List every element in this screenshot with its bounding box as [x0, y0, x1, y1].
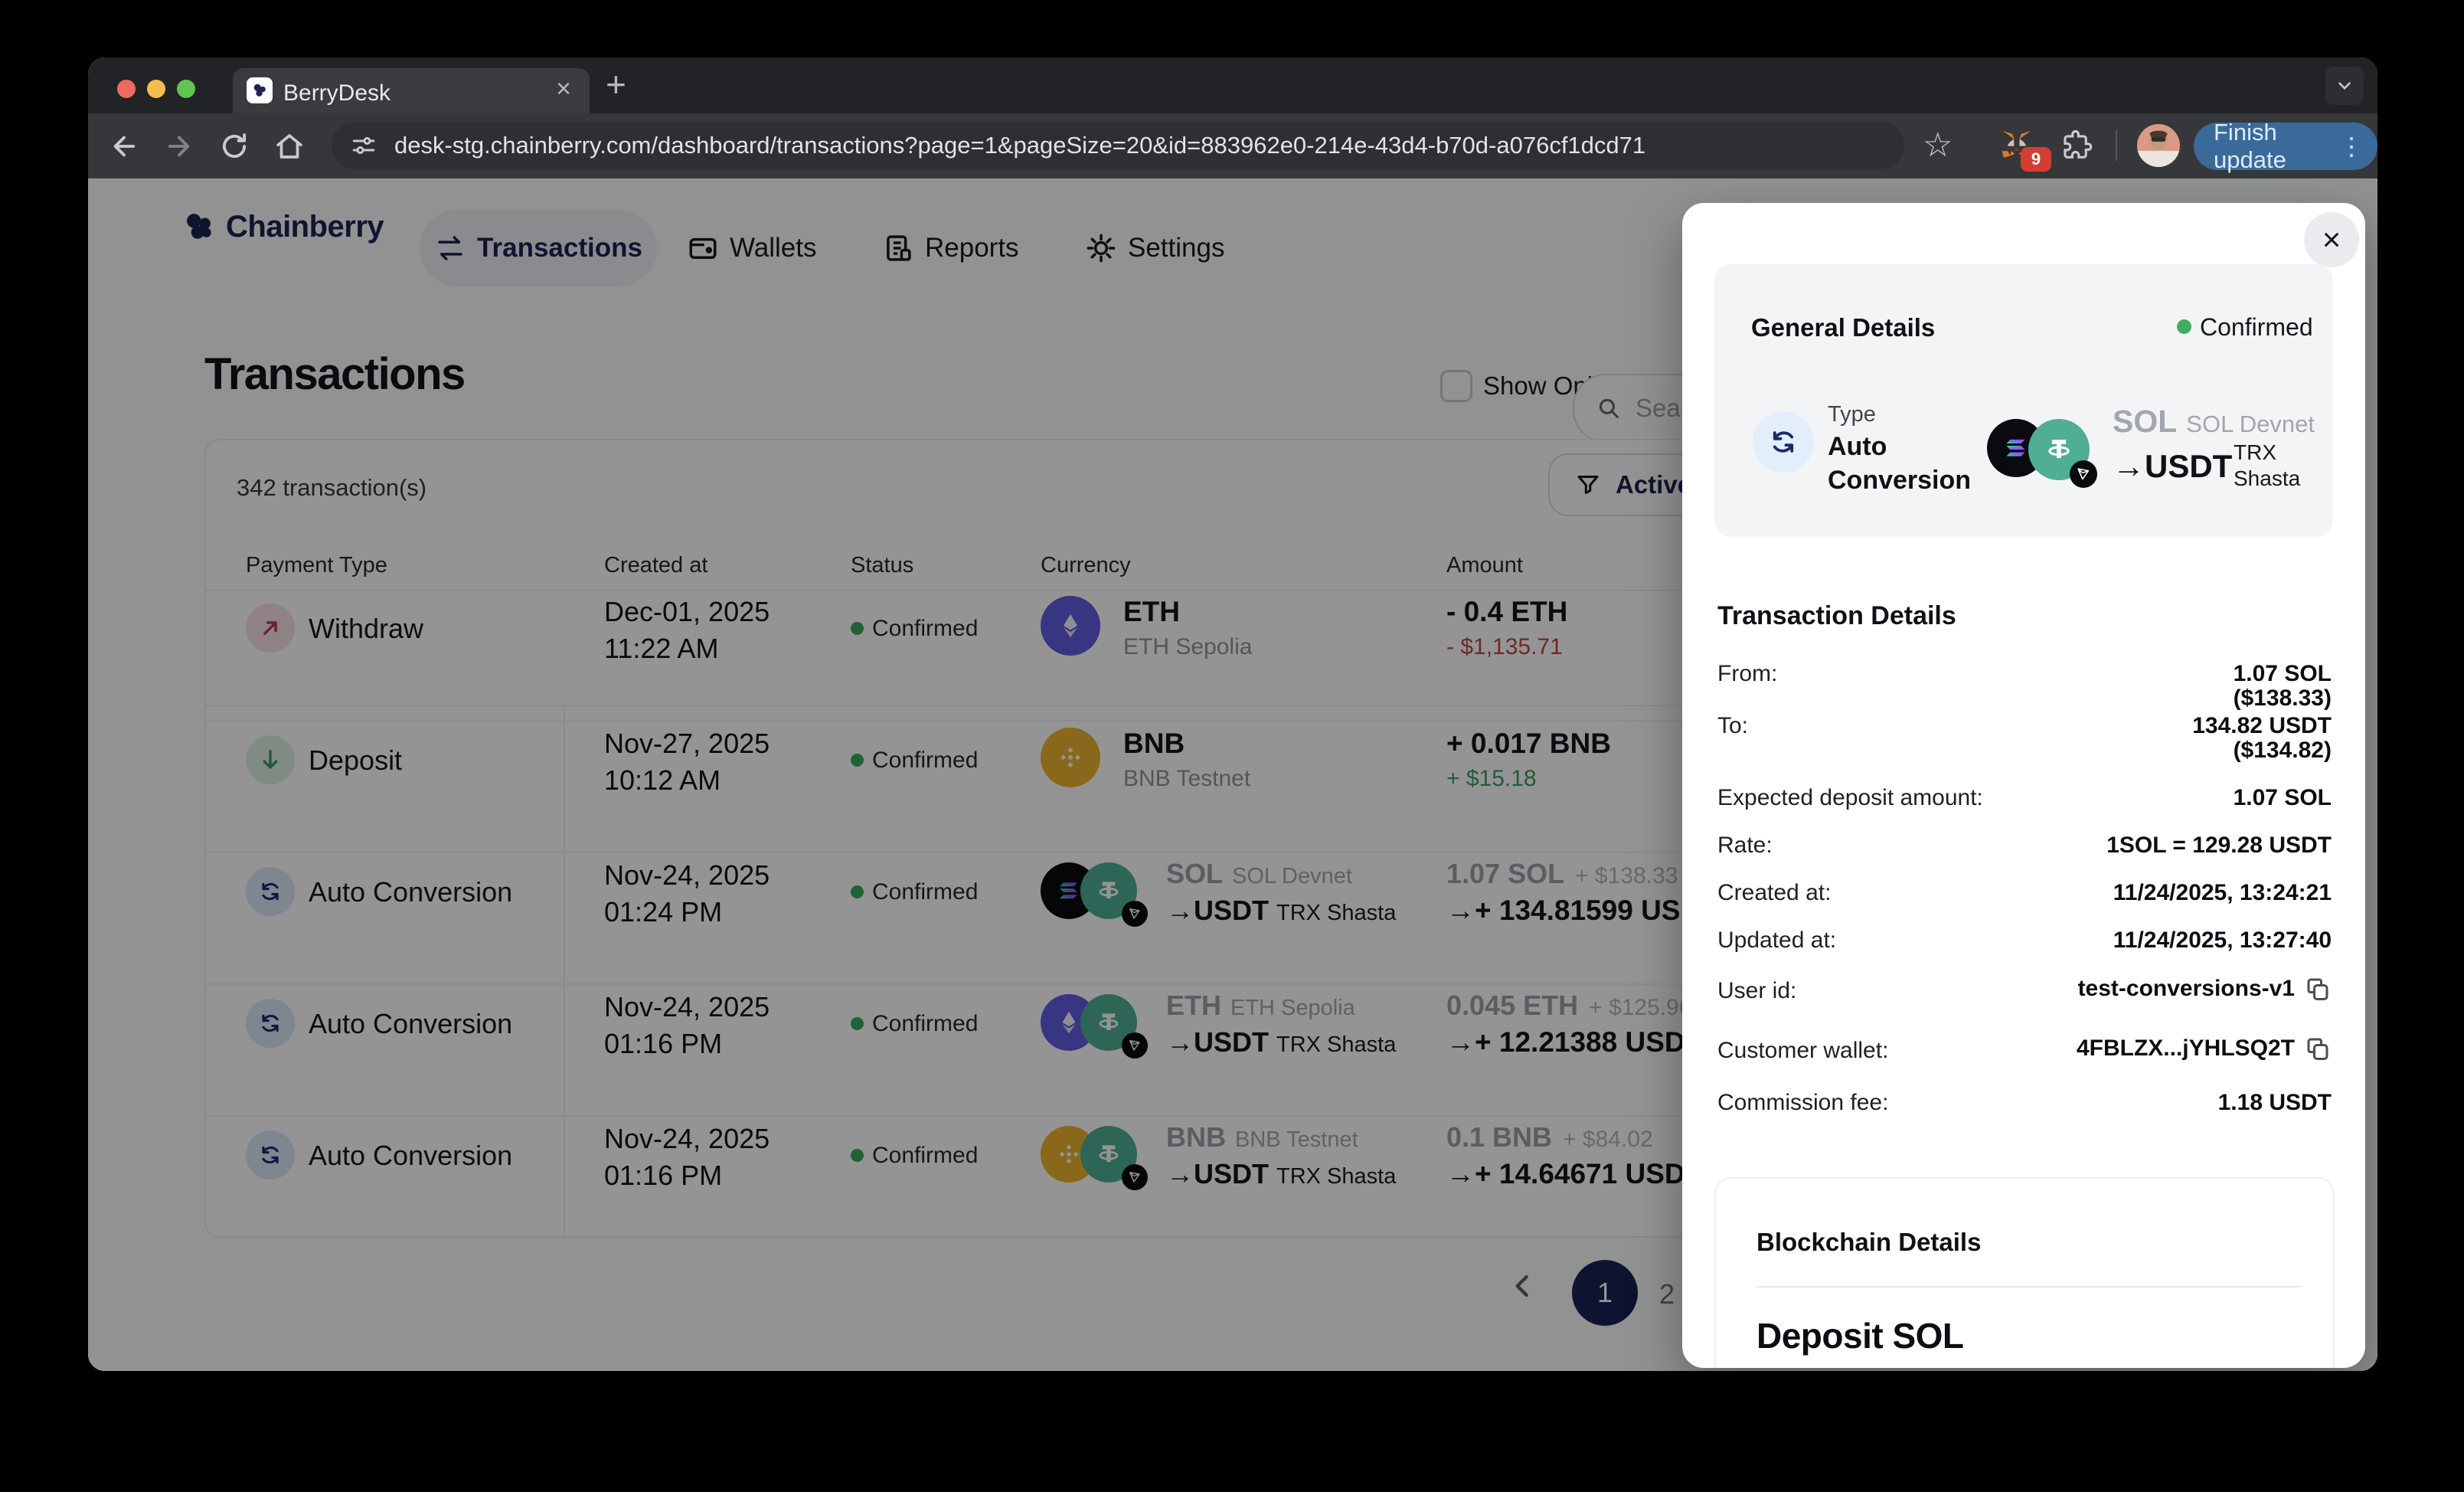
close-icon[interactable]: × [2304, 212, 2359, 267]
divider [1756, 1286, 2302, 1288]
copy-icon[interactable] [2304, 975, 2332, 1003]
detail-value: 4FBLZX...jYHLSQ2T [2077, 1036, 2295, 1062]
status-dot [2177, 319, 2191, 334]
detail-label: Customer wallet: [1717, 1038, 1888, 1064]
type-label: Type [1828, 402, 1876, 427]
back-icon[interactable] [108, 130, 140, 162]
from-code: SOL [2113, 404, 2177, 440]
status-badge: Confirmed [2200, 313, 2313, 342]
screen: BerryDesk × + desk-stg.chainberry.com/da… [0, 0, 2464, 1492]
detail-value-usd: ($138.33) [2234, 685, 2332, 712]
blockchain-details-card: Blockchain Details Deposit SOL [1714, 1177, 2335, 1368]
general-details-card: General Details Confirmed Type Auto Conv… [1714, 264, 2333, 537]
bookmark-star-icon[interactable]: ☆ [1923, 126, 1953, 165]
extensions-icon[interactable] [2060, 129, 2093, 161]
transaction-detail-panel: × General Details Confirmed Type Auto Co… [1682, 203, 2365, 1368]
deposit-sol-heading: Deposit SOL [1756, 1315, 1964, 1356]
copy-icon[interactable] [2304, 1035, 2332, 1062]
tab-title: BerryDesk [283, 80, 391, 106]
toolbar-divider [2116, 130, 2117, 161]
conversion-from: SOL SOL Devnet [2113, 404, 2315, 440]
detail-label: Created at: [1717, 880, 1831, 906]
page-content: Chainberry Transactions Wallets Reports … [88, 178, 2377, 1371]
browser-toolbar: desk-stg.chainberry.com/dashboard/transa… [88, 113, 2377, 178]
detail-value-usd: ($134.82) [2234, 738, 2332, 764]
detail-label: User id: [1717, 978, 1796, 1004]
detail-value: 1.18 USDT [2218, 1090, 2332, 1116]
berry-icon [251, 82, 268, 99]
detail-label: Expected deposit amount: [1717, 785, 1983, 811]
address-bar[interactable]: desk-stg.chainberry.com/dashboard/transa… [332, 122, 1904, 169]
general-details-title: General Details [1751, 313, 1935, 342]
detail-value-with-copy: 4FBLZX...jYHLSQ2T [2077, 1035, 2332, 1062]
detail-value: 11/24/2025, 13:27:40 [2113, 928, 2332, 954]
detail-value: 11/24/2025, 13:24:21 [2113, 880, 2332, 906]
tron-badge-icon [2070, 460, 2097, 488]
close-window-button[interactable] [117, 80, 136, 98]
detail-value: 1SOL = 129.28 USDT [2106, 833, 2332, 859]
detail-value-with-copy: test-conversions-v1 [2078, 975, 2332, 1003]
finish-update-label: Finish update [2214, 119, 2327, 174]
tab-search-button[interactable] [2325, 67, 2364, 105]
avatar-photo [2137, 124, 2180, 167]
berrydesk-favicon [247, 77, 273, 103]
chevron-down-icon [2335, 76, 2355, 96]
minimize-window-button[interactable] [147, 80, 165, 98]
to-network-line2: Shasta [2234, 466, 2300, 491]
detail-label: Rate: [1717, 833, 1773, 859]
detail-value: 1.07 SOL [2234, 661, 2332, 687]
auto-conversion-icon [1753, 411, 1814, 473]
to-network-line1: TRX [2234, 440, 2276, 465]
browser-menu-icon[interactable]: ⋮ [2339, 132, 2364, 161]
reload-icon[interactable] [218, 130, 250, 162]
browser-window: BerryDesk × + desk-stg.chainberry.com/da… [88, 57, 2377, 1371]
detail-label: To: [1717, 713, 1748, 739]
forward-icon[interactable] [163, 130, 195, 162]
tab-strip: BerryDesk × + [88, 57, 2377, 113]
extension-badge: 9 [2021, 147, 2051, 172]
profile-avatar[interactable] [2137, 124, 2180, 167]
site-info-icon[interactable] [350, 132, 377, 159]
blockchain-details-title: Blockchain Details [1756, 1228, 1981, 1257]
from-network: SOL Devnet [2186, 411, 2315, 438]
detail-label: Updated at: [1717, 928, 1836, 954]
to-code: →USDT [2113, 448, 2232, 485]
type-value: Auto Conversion [1828, 430, 1985, 497]
detail-value: 1.07 SOL [2234, 785, 2332, 811]
detail-label: Commission fee: [1717, 1090, 1888, 1116]
url-text: desk-stg.chainberry.com/dashboard/transa… [394, 132, 1645, 159]
detail-value: 134.82 USDT [2192, 713, 2332, 739]
transaction-details-title: Transaction Details [1717, 601, 1956, 631]
detail-label: From: [1717, 661, 1777, 687]
zoom-window-button[interactable] [177, 80, 195, 98]
detail-value: test-conversions-v1 [2078, 976, 2295, 1002]
finish-update-button[interactable]: Finish update ⋮ [2194, 123, 2377, 170]
home-icon[interactable] [273, 130, 306, 162]
tab-close-icon[interactable]: × [548, 74, 579, 104]
new-tab-button[interactable]: + [606, 64, 626, 105]
browser-tab[interactable]: BerryDesk × [233, 68, 590, 113]
